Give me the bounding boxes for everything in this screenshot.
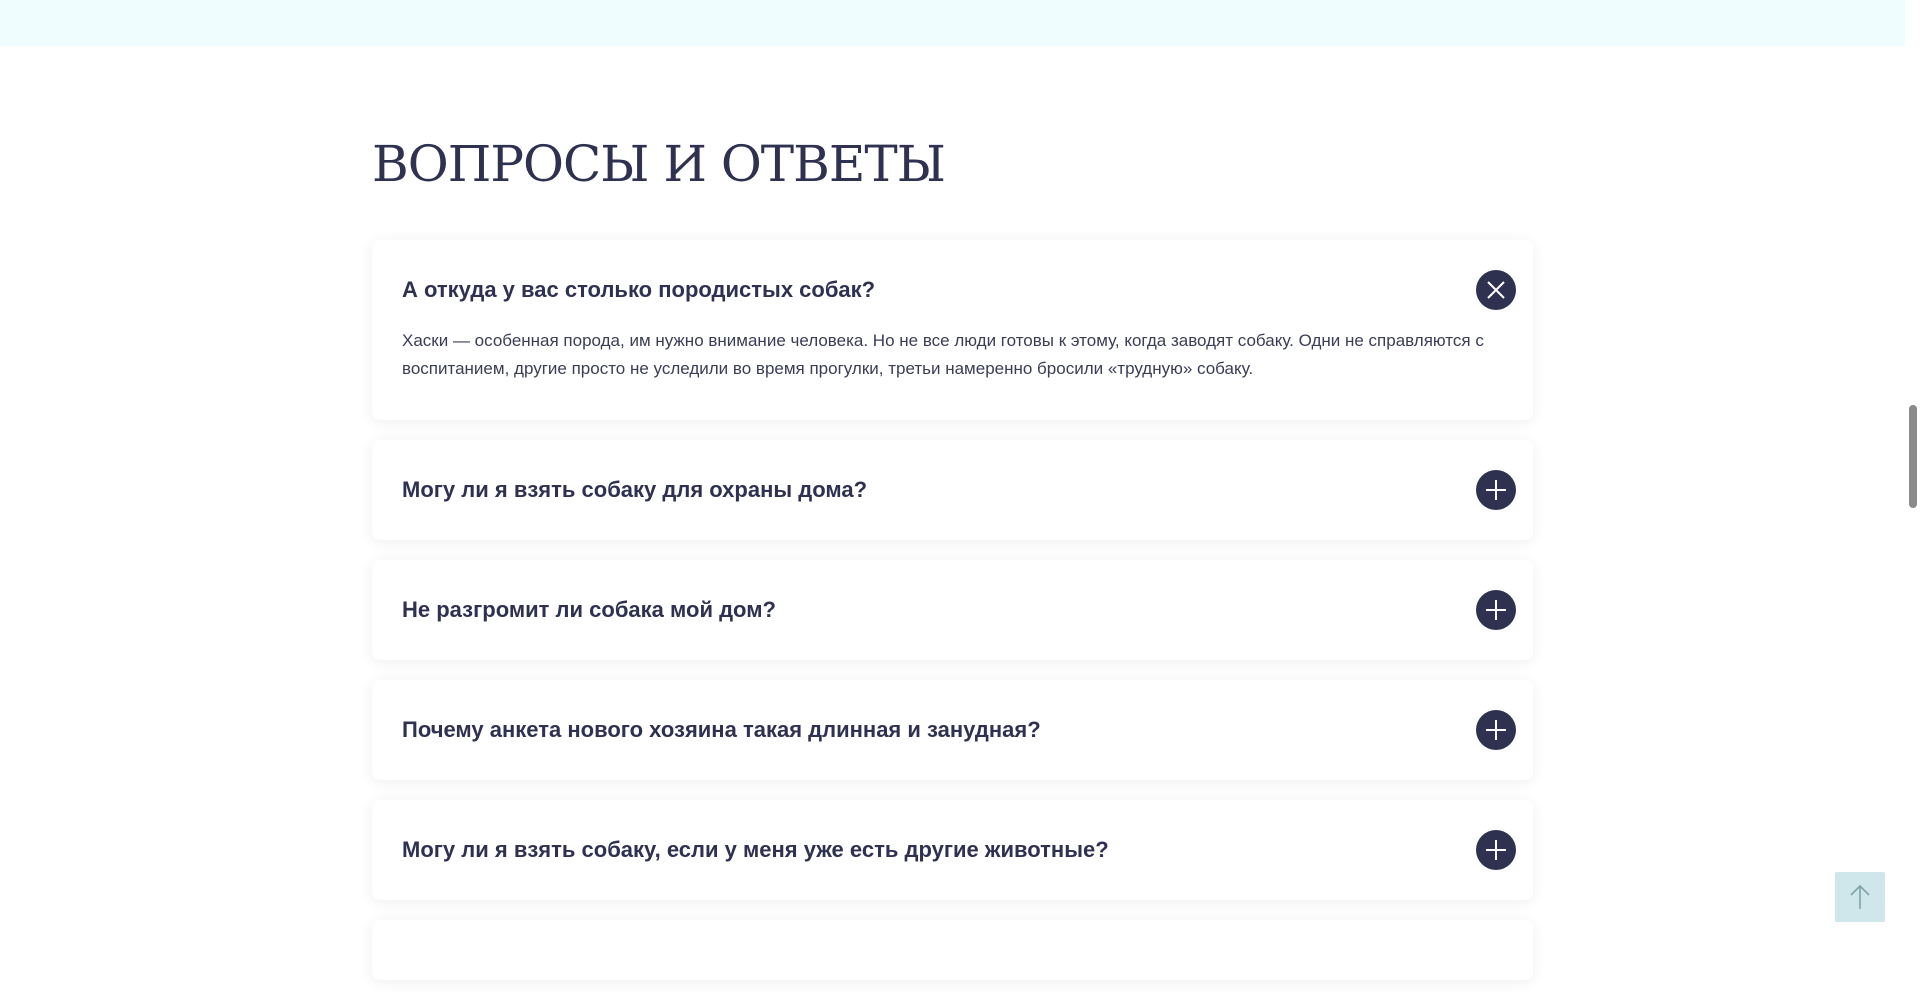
plus-icon[interactable] — [1476, 710, 1516, 750]
faq-title: ВОПРОСЫ И ОТВЕТЫ — [372, 135, 946, 193]
faq-item-header[interactable]: Могу ли я взять собаку, если у меня уже … — [372, 800, 1533, 900]
plus-icon[interactable] — [1476, 590, 1516, 630]
faq-item-header[interactable]: Почему анкета нового хозяина такая длинн… — [372, 680, 1533, 780]
faq-item-header[interactable]: Могу ли я взять собаку для охраны дома? — [372, 440, 1533, 540]
faq-item-home: Не разгромит ли собака мой дом? — [372, 560, 1533, 660]
faq-list: А откуда у вас столько породистых собак?… — [372, 240, 1533, 1000]
faq-question: А откуда у вас столько породистых собак? — [402, 277, 876, 302]
faq-item-partial — [372, 920, 1533, 980]
faq-question: Не разгромит ли собака мой дом? — [402, 597, 776, 622]
plus-icon[interactable] — [1476, 470, 1516, 510]
faq-question: Могу ли я взять собаку для охраны дома? — [402, 477, 868, 502]
scroll-to-top-button[interactable] — [1835, 872, 1885, 922]
faq-question: Могу ли я взять собаку, если у меня уже … — [402, 837, 1109, 862]
scrollbar[interactable] — [1905, 0, 1920, 945]
close-icon[interactable] — [1476, 270, 1516, 310]
arrow-up-icon — [1850, 884, 1870, 909]
faq-item-header[interactable]: Не разгромит ли собака мой дом? — [372, 560, 1533, 660]
top-section-band — [0, 0, 1905, 46]
faq-item-origin: А откуда у вас столько породистых собак?… — [372, 240, 1533, 420]
faq-item-other-pets: Могу ли я взять собаку, если у меня уже … — [372, 800, 1533, 900]
faq-question: Почему анкета нового хозяина такая длинн… — [402, 717, 1041, 742]
faq-item-form: Почему анкета нового хозяина такая длинн… — [372, 680, 1533, 780]
faq-item-guard: Могу ли я взять собаку для охраны дома? — [372, 440, 1533, 540]
scrollbar-thumb[interactable] — [1909, 405, 1917, 508]
page: ВОПРОСЫ И ОТВЕТЫ А откуда у вас столько … — [0, 0, 1905, 980]
faq-item-header[interactable]: А откуда у вас столько породистых собак? — [372, 240, 1533, 340]
faq-answer-text: Хаски — особенная порода, им нужно внима… — [402, 331, 1484, 378]
faq-answer: Хаски — особенная порода, им нужно внима… — [372, 327, 1533, 420]
plus-icon[interactable] — [1476, 830, 1516, 870]
